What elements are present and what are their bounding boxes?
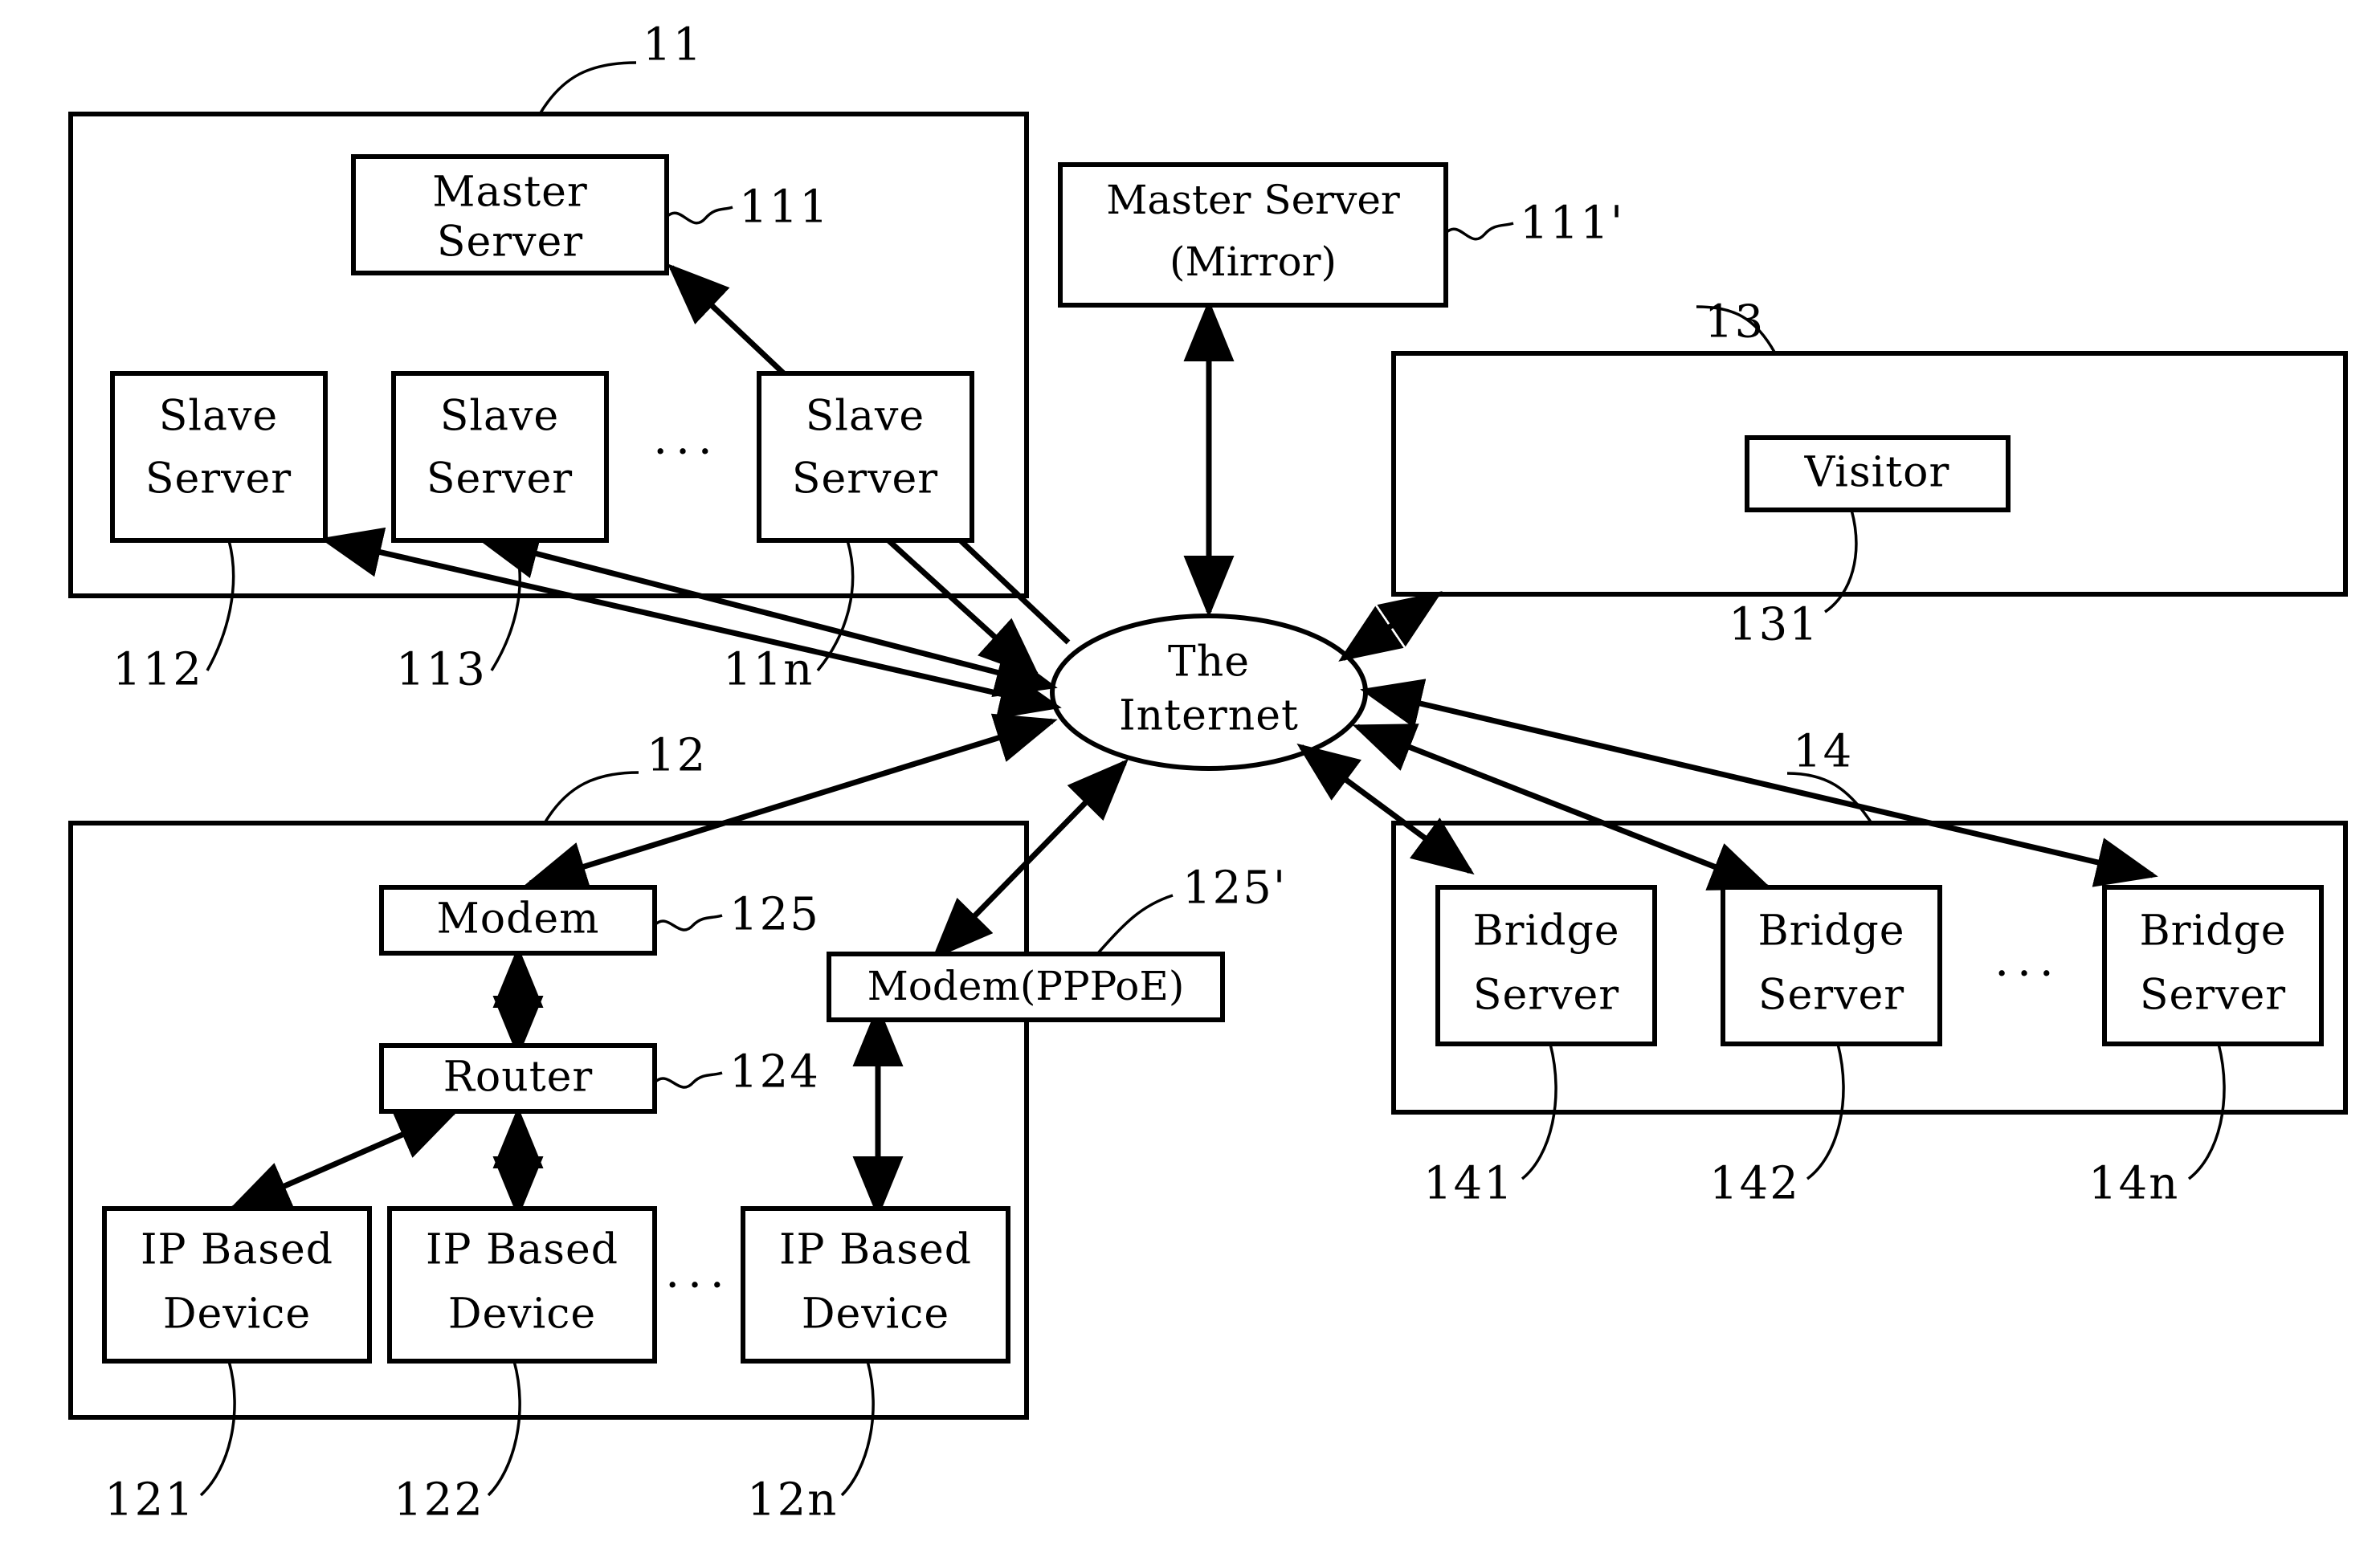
master-server-mirror-label-line1: Master Server: [1106, 177, 1400, 223]
leader-ref-113: [490, 540, 521, 671]
ref-num-111-prime: 111': [1520, 198, 1624, 250]
slave-server-n-label-line1: Slave: [806, 393, 925, 441]
ref-num-14: 14: [1793, 726, 1853, 778]
leader-ref-112: [206, 540, 235, 671]
ref-num-11n: 11n: [723, 644, 814, 696]
ref-num-12: 12: [647, 730, 707, 782]
ip-device-n-label-line2: Device: [802, 1290, 949, 1339]
slave-server-2-label-line1: Slave: [440, 393, 559, 441]
bridge-server-n-label-line1: Bridge: [2139, 907, 2286, 956]
leader-ref-122: [487, 1360, 521, 1497]
bridge-row-ellipsis: ...: [1994, 935, 2061, 987]
link-slave-server-n-internet: [885, 537, 1041, 679]
visitor-label: Visitor: [1804, 449, 1950, 497]
ref-num-11: 11: [643, 19, 703, 71]
slave-server-1-label-line1: Slave: [159, 393, 278, 441]
ref-num-124: 124: [729, 1046, 820, 1099]
link-internet-bridge-n: [1360, 679, 2158, 887]
link-internet-visitor: [1338, 591, 1443, 662]
ip-device-2-label-line2: Device: [448, 1290, 596, 1339]
leader-ref-121: [199, 1360, 236, 1497]
link-router-ip-device-1: [227, 1109, 459, 1212]
link-internet-bridge-1: [1296, 743, 1475, 875]
bridge-server-n-label-line2: Server: [2140, 972, 2286, 1020]
ip-device-1-label-line1: IP Based: [141, 1226, 333, 1274]
ref-num-111: 111: [739, 181, 830, 234]
leader-ref-111-prime: [1444, 222, 1514, 241]
bridge-server-2-label-line2: Server: [1758, 972, 1904, 1020]
bridge-server-2-label-line1: Bridge: [1757, 907, 1904, 956]
master-server-label-line1: Master: [432, 169, 587, 217]
ref-num-141: 141: [1423, 1158, 1514, 1210]
ip-device-row-ellipsis: ...: [665, 1246, 732, 1298]
link-internet-modem: [525, 713, 1058, 891]
ref-num-13: 13: [1704, 296, 1765, 349]
leader-ref-125-prime: [1096, 894, 1174, 956]
ref-num-14n: 14n: [2088, 1158, 2179, 1210]
master-server-label-line2: Server: [437, 218, 583, 267]
bridge-server-1-label-line1: Bridge: [1472, 907, 1619, 956]
leader-ref-12n: [840, 1360, 875, 1497]
ref-num-121: 121: [104, 1474, 195, 1527]
ref-num-125: 125: [729, 889, 820, 941]
ref-num-131: 131: [1729, 599, 1819, 651]
slave-row-ellipsis: ...: [653, 413, 720, 465]
leader-ref-12: [543, 771, 639, 824]
leader-ref-11: [538, 61, 637, 115]
modem-label: Modem: [437, 895, 600, 944]
ip-device-1-label-line2: Device: [163, 1290, 311, 1339]
link-internet-bridge-2: [1352, 724, 1773, 891]
leader-ref-124: [653, 1071, 723, 1089]
figure-canvas: The Internet Master Server Slave Server …: [68, 19, 2348, 1527]
patent-figure: The Internet Master Server Slave Server …: [0, 0, 2380, 1545]
leader-ref-111: [665, 206, 733, 225]
router-label: Router: [443, 1054, 593, 1102]
modem-pppoe-label: Modem(PPPoE): [867, 963, 1185, 1009]
ref-num-125-prime: 125': [1182, 862, 1287, 915]
ref-num-142: 142: [1709, 1158, 1800, 1210]
ref-num-113: 113: [396, 644, 487, 696]
slave-server-2-label-line2: Server: [427, 455, 573, 503]
internet-label-line2: Internet: [1119, 692, 1299, 740]
ip-device-n-label-line1: IP Based: [779, 1226, 972, 1274]
ref-num-12n: 12n: [747, 1474, 838, 1527]
ip-device-2-label-line1: IP Based: [426, 1226, 618, 1274]
ref-num-112: 112: [112, 644, 203, 696]
internet-label-line1: The: [1168, 638, 1250, 687]
master-server-mirror-label-line2: (Mirror): [1170, 238, 1337, 285]
link-internet-modem-pppoe: [932, 758, 1129, 960]
slave-server-n-label-line2: Server: [792, 455, 938, 503]
bridge-server-1-label-line2: Server: [1473, 972, 1619, 1020]
leader-ref-125: [653, 914, 723, 931]
slave-server-1-label-line2: Server: [145, 455, 292, 503]
ref-num-122: 122: [394, 1474, 484, 1527]
